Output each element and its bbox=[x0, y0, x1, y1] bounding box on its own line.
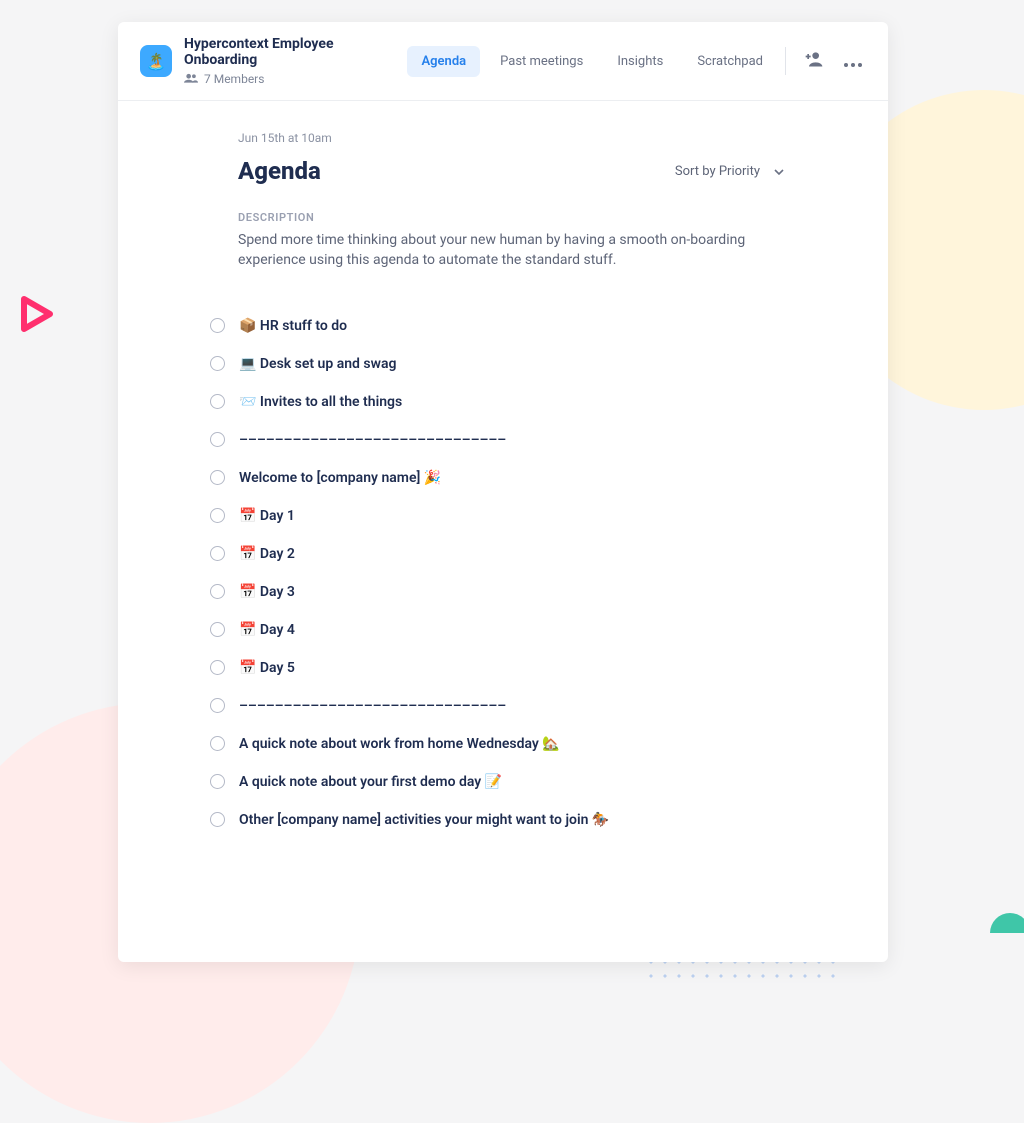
item-label: A quick note about work from home Wednes… bbox=[239, 736, 560, 752]
tab-insights[interactable]: Insights bbox=[603, 46, 677, 77]
tab-agenda[interactable]: Agenda bbox=[407, 46, 480, 77]
item-label: A quick note about your first demo day 📝 bbox=[239, 774, 502, 790]
agenda-items: 📦 HR stuff to do 💻 Desk set up and swag … bbox=[210, 307, 788, 839]
list-item[interactable]: 📅 Day 4 bbox=[210, 611, 788, 649]
tab-scratchpad[interactable]: Scratchpad bbox=[683, 46, 777, 77]
chevron-down-icon bbox=[774, 164, 784, 179]
item-checkbox[interactable] bbox=[210, 470, 225, 485]
item-label: 📅 Day 3 bbox=[239, 584, 295, 600]
tabs: Agenda Past meetings Insights Scratchpad bbox=[407, 46, 777, 77]
item-label: –––––––––––––––––––––––––––––– bbox=[239, 698, 506, 714]
description-label: DESCRIPTION bbox=[238, 211, 788, 224]
app-icon-emoji: 🏝️ bbox=[146, 52, 166, 71]
list-item[interactable]: 📅 Day 3 bbox=[210, 573, 788, 611]
item-label: Other [company name] activities your mig… bbox=[239, 812, 609, 828]
list-item[interactable]: 📅 Day 5 bbox=[210, 649, 788, 687]
header-actions bbox=[785, 47, 866, 75]
page-title: Hypercontext Employee Onboarding bbox=[184, 36, 407, 68]
item-label: 📅 Day 5 bbox=[239, 660, 295, 676]
card-body: Jun 15th at 10am Agenda Sort by Priority… bbox=[118, 101, 888, 869]
list-item[interactable]: 💻 Desk set up and swag bbox=[210, 345, 788, 383]
item-checkbox[interactable] bbox=[210, 698, 225, 713]
agenda-heading-row: Agenda Sort by Priority bbox=[238, 157, 788, 185]
item-checkbox[interactable] bbox=[210, 622, 225, 637]
item-checkbox[interactable] bbox=[210, 812, 225, 827]
list-item[interactable]: Other [company name] activities your mig… bbox=[210, 801, 788, 839]
meeting-datetime: Jun 15th at 10am bbox=[238, 131, 788, 145]
item-label: 📅 Day 4 bbox=[239, 622, 295, 638]
item-label: 📅 Day 1 bbox=[239, 508, 295, 524]
item-checkbox[interactable] bbox=[210, 356, 225, 371]
members-row[interactable]: 7 Members bbox=[184, 72, 407, 86]
item-label: 💻 Desk set up and swag bbox=[239, 356, 396, 372]
item-label: 📦 HR stuff to do bbox=[239, 318, 347, 334]
item-label: 📨 Invites to all the things bbox=[239, 394, 402, 410]
item-checkbox[interactable] bbox=[210, 736, 225, 751]
item-checkbox[interactable] bbox=[210, 318, 225, 333]
list-item[interactable]: 📦 HR stuff to do bbox=[210, 307, 788, 345]
list-item[interactable]: A quick note about work from home Wednes… bbox=[210, 725, 788, 763]
list-item[interactable]: –––––––––––––––––––––––––––––– bbox=[210, 687, 788, 725]
item-checkbox[interactable] bbox=[210, 584, 225, 599]
item-label: 📅 Day 2 bbox=[239, 546, 295, 562]
item-checkbox[interactable] bbox=[210, 660, 225, 675]
tab-past-meetings[interactable]: Past meetings bbox=[486, 46, 597, 77]
description-text: Spend more time thinking about your new … bbox=[238, 230, 758, 271]
more-icon[interactable] bbox=[840, 48, 866, 75]
decor-green-semicircle bbox=[990, 913, 1024, 933]
list-item[interactable]: A quick note about your first demo day 📝 bbox=[210, 763, 788, 801]
list-item[interactable]: Welcome to [company name] 🎉 bbox=[210, 459, 788, 497]
decor-play-triangle bbox=[18, 295, 56, 337]
list-item[interactable]: –––––––––––––––––––––––––––––– bbox=[210, 421, 788, 459]
sort-dropdown[interactable]: Sort by Priority bbox=[675, 164, 788, 179]
card-header: 🏝️ Hypercontext Employee Onboarding 7 Me… bbox=[118, 22, 888, 101]
list-item[interactable]: 📅 Day 1 bbox=[210, 497, 788, 535]
item-label: Welcome to [company name] 🎉 bbox=[239, 470, 441, 486]
agenda-heading: Agenda bbox=[238, 157, 321, 185]
members-icon bbox=[184, 72, 198, 86]
app-card: 🏝️ Hypercontext Employee Onboarding 7 Me… bbox=[118, 22, 888, 962]
item-checkbox[interactable] bbox=[210, 774, 225, 789]
item-checkbox[interactable] bbox=[210, 394, 225, 409]
add-member-icon[interactable] bbox=[800, 47, 828, 75]
item-checkbox[interactable] bbox=[210, 546, 225, 561]
members-count: 7 Members bbox=[204, 72, 264, 86]
sort-dropdown-label: Sort by Priority bbox=[675, 164, 760, 179]
app-icon: 🏝️ bbox=[140, 45, 172, 77]
title-block: Hypercontext Employee Onboarding 7 Membe… bbox=[184, 36, 407, 86]
item-checkbox[interactable] bbox=[210, 508, 225, 523]
list-item[interactable]: 📨 Invites to all the things bbox=[210, 383, 788, 421]
item-label: –––––––––––––––––––––––––––––– bbox=[239, 432, 506, 448]
item-checkbox[interactable] bbox=[210, 432, 225, 447]
list-item[interactable]: 📅 Day 2 bbox=[210, 535, 788, 573]
